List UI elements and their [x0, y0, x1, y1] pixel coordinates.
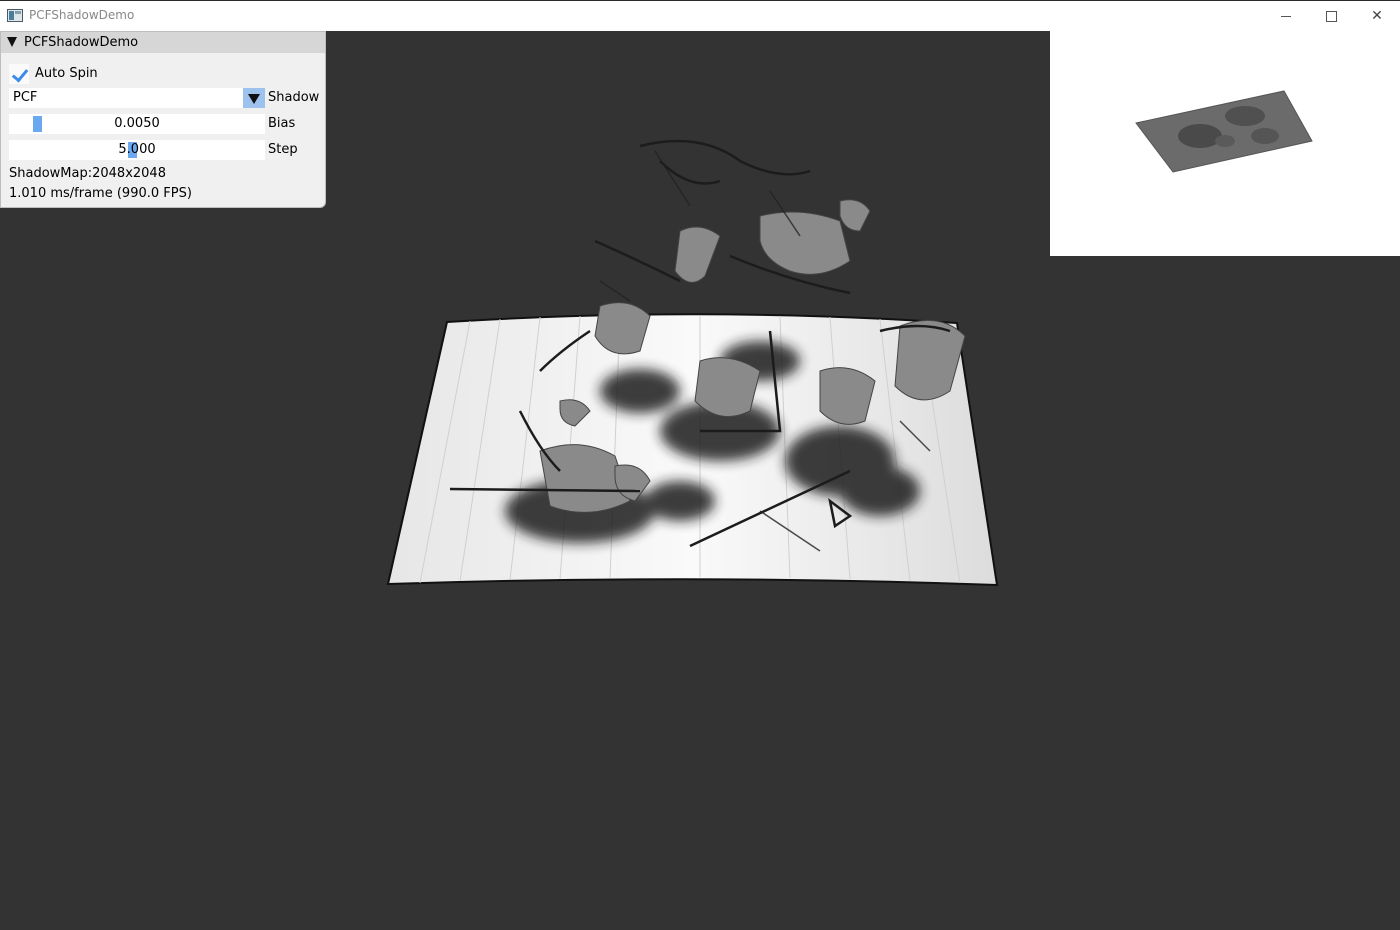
bias-slider[interactable]: 0.0050	[9, 114, 265, 134]
title-bar: PCFShadowDemo ✕	[0, 0, 1400, 31]
auto-spin-label: Auto Spin	[35, 66, 98, 81]
shadowmap-preview	[1050, 31, 1400, 256]
settings-panel: PCFShadowDemo Auto Spin PCF Shadow 0.005…	[0, 31, 326, 208]
minimize-icon	[1281, 15, 1291, 17]
close-icon: ✕	[1371, 8, 1383, 24]
maximize-button[interactable]	[1308, 1, 1354, 31]
collapse-arrow-icon[interactable]	[7, 37, 17, 47]
app-icon	[7, 9, 23, 22]
window-title: PCFShadowDemo	[29, 8, 135, 22]
maximize-icon	[1325, 10, 1337, 22]
panel-title: PCFShadowDemo	[24, 35, 139, 50]
shadow-combo-arrow-button[interactable]	[243, 88, 265, 108]
shadow-combo-value: PCF	[13, 90, 38, 105]
shadowmap-preview-image	[1135, 90, 1313, 173]
perf-info: 1.010 ms/frame (990.0 FPS)	[9, 186, 192, 201]
bias-value: 0.0050	[114, 116, 160, 131]
chevron-down-icon	[248, 94, 260, 104]
check-icon	[11, 65, 29, 83]
minimize-button[interactable]	[1263, 1, 1309, 31]
shadow-label: Shadow	[268, 90, 320, 105]
step-slider[interactable]: 5.000	[9, 140, 265, 160]
panel-header[interactable]: PCFShadowDemo	[1, 32, 325, 53]
shadowmap-info: ShadowMap:2048x2048	[9, 166, 166, 181]
step-label: Step	[268, 142, 298, 157]
auto-spin-checkbox[interactable]	[9, 64, 29, 84]
close-button[interactable]: ✕	[1354, 1, 1400, 31]
shadow-combo[interactable]: PCF	[9, 88, 265, 108]
step-value: 5.000	[118, 142, 156, 157]
bias-label: Bias	[268, 116, 296, 131]
